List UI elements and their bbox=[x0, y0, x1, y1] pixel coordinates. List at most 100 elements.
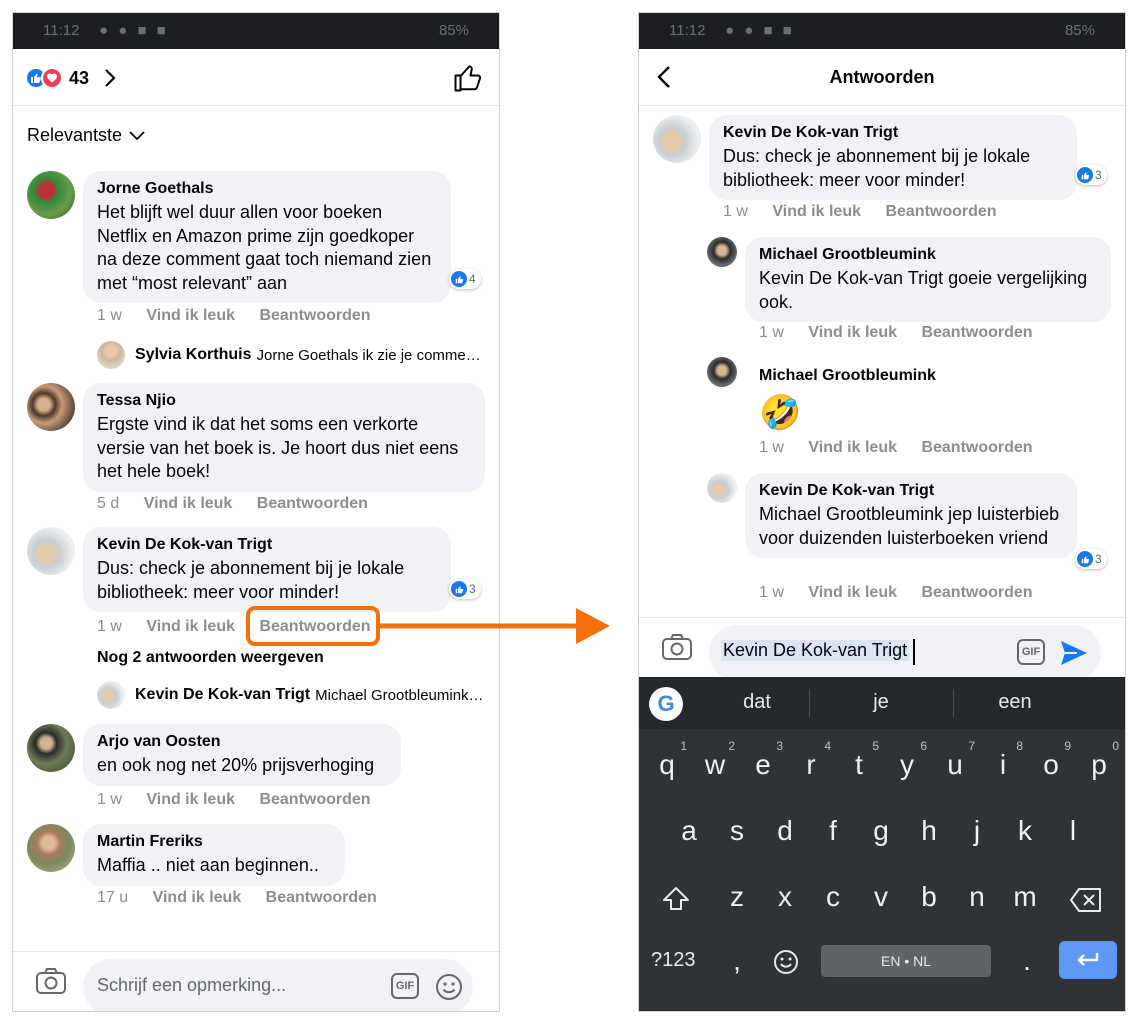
composer-divider bbox=[639, 617, 1125, 618]
suggestion-bar: G dat je een bbox=[639, 677, 1125, 729]
reply-button[interactable]: Beantwoorden bbox=[921, 439, 1032, 456]
key-c[interactable]: c bbox=[809, 881, 857, 913]
like-button[interactable]: Vind ik leuk bbox=[153, 889, 242, 906]
reaction-badge[interactable]: 4 bbox=[449, 269, 481, 289]
enter-key[interactable] bbox=[1059, 941, 1117, 979]
key-i[interactable]: i8 bbox=[979, 739, 1027, 781]
key-g[interactable]: g bbox=[857, 815, 905, 847]
comment-text: en ook nog net 20% prijsverhoging bbox=[97, 755, 375, 775]
key-f[interactable]: f bbox=[809, 815, 857, 847]
reply-author[interactable]: Kevin De Kok-van Trigt bbox=[759, 481, 1063, 501]
reply-button[interactable]: Beantwoorden bbox=[259, 307, 370, 324]
key-y[interactable]: y6 bbox=[883, 739, 931, 781]
reaction-badge[interactable]: 3 bbox=[1075, 549, 1107, 569]
avatar[interactable] bbox=[27, 527, 75, 575]
key-j[interactable]: j bbox=[953, 815, 1001, 847]
shift-icon[interactable] bbox=[661, 885, 691, 913]
reply-author[interactable]: Michael Grootbleumink bbox=[759, 367, 936, 385]
key-t[interactable]: t5 bbox=[835, 739, 883, 781]
comment-age: 1 w bbox=[97, 791, 122, 808]
gif-icon[interactable]: GIF bbox=[391, 973, 419, 999]
like-outline-icon[interactable] bbox=[453, 63, 483, 93]
key-h[interactable]: h bbox=[905, 815, 953, 847]
like-button[interactable]: Vind ik leuk bbox=[808, 324, 897, 341]
like-button[interactable]: Vind ik leuk bbox=[146, 618, 235, 635]
key-l[interactable]: l bbox=[1049, 815, 1097, 847]
key-s[interactable]: s bbox=[713, 815, 761, 847]
key-b[interactable]: b bbox=[905, 881, 953, 913]
emoji-icon[interactable] bbox=[435, 973, 463, 1001]
avatar[interactable] bbox=[27, 383, 75, 431]
like-button[interactable]: Vind ik leuk bbox=[808, 584, 897, 601]
reaction-count: 43 bbox=[69, 67, 90, 88]
key-u[interactable]: u7 bbox=[931, 739, 979, 781]
like-button[interactable]: Vind ik leuk bbox=[144, 495, 233, 512]
reply-preview[interactable]: Kevin De Kok-van Trigt Michael Grootbleu… bbox=[97, 681, 487, 709]
sort-dropdown[interactable]: Relevantste bbox=[27, 125, 146, 146]
avatar[interactable] bbox=[707, 357, 737, 387]
reply-button[interactable]: Beantwoorden bbox=[259, 791, 370, 808]
reply-author[interactable]: Michael Grootbleumink bbox=[759, 245, 1097, 265]
view-more-replies-link[interactable]: Nog 2 antwoorden weergeven bbox=[97, 649, 324, 667]
avatar[interactable] bbox=[27, 824, 75, 872]
avatar[interactable] bbox=[653, 115, 701, 163]
key-z[interactable]: z bbox=[713, 881, 761, 913]
reply-button[interactable]: Beantwoorden bbox=[885, 203, 996, 220]
backspace-icon[interactable] bbox=[1069, 887, 1103, 913]
send-icon[interactable] bbox=[1059, 639, 1089, 667]
emoji-key-icon[interactable] bbox=[773, 949, 799, 975]
reply-button[interactable]: Beantwoorden bbox=[921, 584, 1032, 601]
camera-icon[interactable] bbox=[35, 967, 67, 995]
reply-button[interactable]: Beantwoorden bbox=[257, 495, 368, 512]
key-x[interactable]: x bbox=[761, 881, 809, 913]
comment-author[interactable]: Kevin De Kok-van Trigt bbox=[97, 535, 437, 555]
key-period[interactable]: . bbox=[1003, 945, 1051, 977]
comment-author[interactable]: Arjo van Oosten bbox=[97, 732, 387, 752]
gif-icon[interactable]: GIF bbox=[1017, 639, 1045, 665]
reply-button[interactable]: Beantwoorden bbox=[921, 324, 1032, 341]
google-icon[interactable]: G bbox=[649, 687, 683, 721]
key-p[interactable]: p0 bbox=[1075, 739, 1123, 781]
key-q[interactable]: q1 bbox=[643, 739, 691, 781]
reactions-summary[interactable]: 43 bbox=[25, 65, 117, 91]
reply-input[interactable]: Kevin De Kok-van Trigt GIF bbox=[709, 625, 1101, 681]
key-d[interactable]: d bbox=[761, 815, 809, 847]
key-w[interactable]: w2 bbox=[691, 739, 739, 781]
reaction-badge[interactable]: 3 bbox=[449, 579, 481, 599]
key-comma[interactable]: , bbox=[713, 945, 761, 977]
camera-icon[interactable] bbox=[661, 633, 693, 661]
avatar[interactable] bbox=[27, 171, 75, 219]
key-k[interactable]: k bbox=[1001, 815, 1049, 847]
suggestion-item[interactable]: dat bbox=[705, 691, 809, 714]
reply-button[interactable]: Beantwoorden bbox=[266, 889, 377, 906]
comment-author[interactable]: Jorne Goethals bbox=[97, 179, 437, 199]
space-bar[interactable]: EN • NL bbox=[821, 945, 991, 977]
comment-bubble: Tessa Njio Ergste vind ik dat het soms e… bbox=[83, 383, 485, 492]
like-button[interactable]: Vind ik leuk bbox=[146, 307, 235, 324]
key-v[interactable]: v bbox=[857, 881, 905, 913]
key-o[interactable]: o9 bbox=[1027, 739, 1075, 781]
reply-author: Sylvia Korthuis bbox=[135, 346, 252, 363]
like-button[interactable]: Vind ik leuk bbox=[772, 203, 861, 220]
suggestion-item[interactable]: een bbox=[963, 691, 1067, 714]
key-a[interactable]: a bbox=[665, 815, 713, 847]
reply-age: 1 w bbox=[759, 324, 784, 341]
symbols-key[interactable]: ?123 bbox=[651, 949, 696, 972]
key-m[interactable]: m bbox=[1001, 881, 1049, 913]
like-button[interactable]: Vind ik leuk bbox=[808, 439, 897, 456]
reply-preview[interactable]: Sylvia Korthuis Jorne Goethals ik zie je… bbox=[97, 341, 487, 369]
comment-author[interactable]: Kevin De Kok-van Trigt bbox=[723, 123, 1063, 143]
key-n[interactable]: n bbox=[953, 881, 1001, 913]
reaction-badge[interactable]: 3 bbox=[1075, 165, 1107, 185]
comment-author[interactable]: Tessa Njio bbox=[97, 391, 471, 411]
avatar[interactable] bbox=[27, 724, 75, 772]
key-r[interactable]: r4 bbox=[787, 739, 835, 781]
avatar[interactable] bbox=[707, 237, 737, 267]
like-button[interactable]: Vind ik leuk bbox=[146, 791, 235, 808]
comment-input[interactable]: Schrijf een opmerking... GIF bbox=[83, 959, 473, 1011]
suggestion-item[interactable]: je bbox=[829, 691, 933, 714]
avatar[interactable] bbox=[707, 473, 737, 503]
key-e[interactable]: e3 bbox=[739, 739, 787, 781]
replies-sheet: Antwoorden Kevin De Kok-van Trigt Dus: c… bbox=[639, 49, 1125, 1011]
comment-author[interactable]: Martin Freriks bbox=[97, 832, 331, 852]
